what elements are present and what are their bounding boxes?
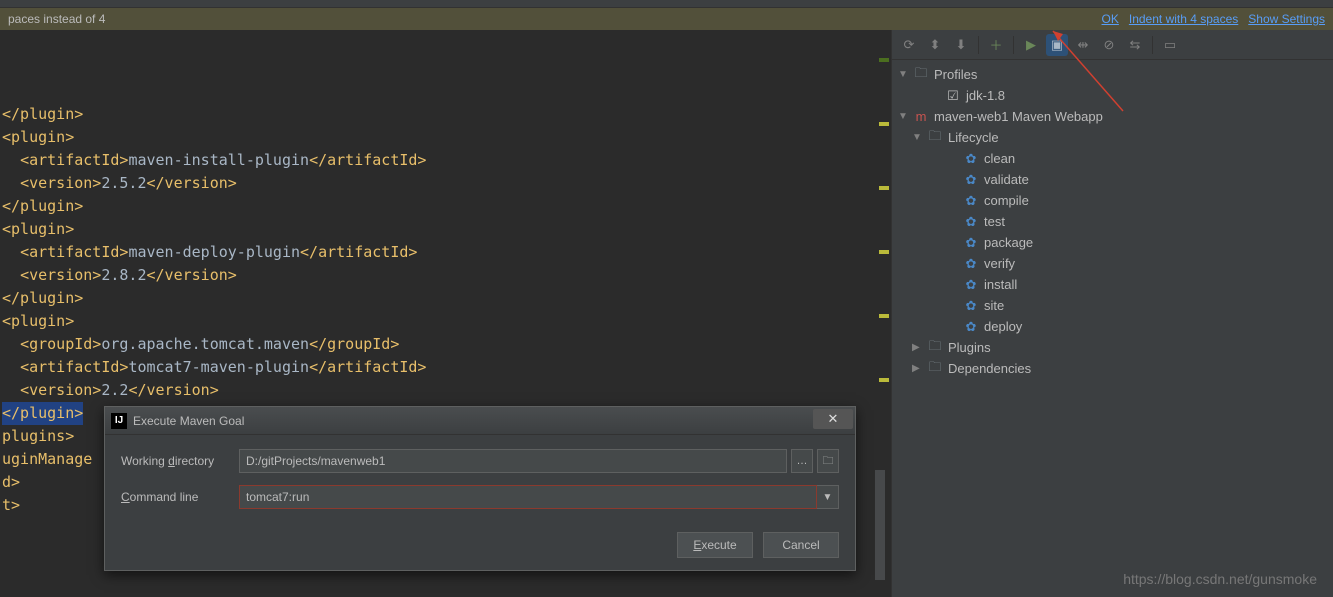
- gear-icon: ✿: [962, 319, 980, 335]
- gear-icon: ✿: [962, 214, 980, 230]
- browse-button[interactable]: …: [791, 449, 813, 473]
- lifecycle-node[interactable]: ▼ 🗀 Lifecycle: [892, 127, 1333, 148]
- lifecycle-item-label: verify: [984, 256, 1015, 271]
- lifecycle-label: Lifecycle: [948, 130, 999, 145]
- folder-picker-icon[interactable]: 🗀: [817, 449, 839, 473]
- gutter-marks: [879, 58, 891, 382]
- run-icon[interactable]: ▶: [1020, 34, 1042, 56]
- dialog-title: Execute Maven Goal: [133, 414, 244, 428]
- cancel-button[interactable]: Cancel: [763, 532, 839, 558]
- maven-icon: m: [912, 109, 930, 125]
- project-label: maven-web1 Maven Webapp: [934, 109, 1103, 124]
- plugins-node[interactable]: ▶ 🗀 Plugins: [892, 337, 1333, 358]
- tabs-bar: [0, 0, 1333, 8]
- lifecycle-item-package[interactable]: ✿ package: [892, 232, 1333, 253]
- maven-tool-window: ⟳ ⬍ ⬇ ＋ ▶ ▣ ⇹ ⊘ ⇆ ▭ ▼ 🗀 Profiles ☑ jdk-1…: [891, 30, 1333, 597]
- lifecycle-item-label: deploy: [984, 319, 1022, 334]
- lifecycle-item-test[interactable]: ✿ test: [892, 211, 1333, 232]
- toggle-offline-icon[interactable]: ⇹: [1072, 34, 1094, 56]
- plugins-label: Plugins: [948, 340, 991, 355]
- gear-icon: ✿: [962, 277, 980, 293]
- gear-icon: ✿: [962, 298, 980, 314]
- lifecycle-item-site[interactable]: ✿ site: [892, 295, 1333, 316]
- folder-icon: 🗀: [926, 340, 944, 356]
- lifecycle-item-clean[interactable]: ✿ clean: [892, 148, 1333, 169]
- checkbox-icon[interactable]: ☑: [944, 88, 962, 104]
- maven-toolbar: ⟳ ⬍ ⬇ ＋ ▶ ▣ ⇹ ⊘ ⇆ ▭: [892, 30, 1333, 60]
- lifecycle-item-install[interactable]: ✿ install: [892, 274, 1333, 295]
- lifecycle-item-label: package: [984, 235, 1033, 250]
- working-dir-label: Working directory: [121, 454, 239, 468]
- profiles-label: Profiles: [934, 67, 977, 82]
- dialog-button-row: Execute Cancel: [677, 532, 839, 558]
- notification-bar: paces instead of 4 OK Indent with 4 spac…: [0, 8, 1333, 30]
- project-node[interactable]: ▼ m maven-web1 Maven Webapp: [892, 106, 1333, 127]
- lifecycle-item-label: clean: [984, 151, 1015, 166]
- lifecycle-item-label: site: [984, 298, 1004, 313]
- intellij-logo-icon: IJ: [111, 413, 127, 429]
- execute-button[interactable]: Execute: [677, 532, 753, 558]
- link-indent[interactable]: Indent with 4 spaces: [1129, 12, 1238, 26]
- generate-sources-icon[interactable]: ⬍: [924, 34, 946, 56]
- gear-icon: ✿: [962, 151, 980, 167]
- deps-label: Dependencies: [948, 361, 1031, 376]
- lifecycle-item-label: test: [984, 214, 1005, 229]
- working-dir-row: Working directory … 🗀: [121, 449, 839, 473]
- settings-icon[interactable]: ▭: [1159, 34, 1181, 56]
- close-icon[interactable]: ✕: [813, 409, 853, 429]
- command-line-label: Command line: [121, 490, 239, 504]
- notification-links: OK Indent with 4 spaces Show Settings: [1102, 12, 1325, 26]
- link-show-settings[interactable]: Show Settings: [1248, 12, 1325, 26]
- lifecycle-item-label: compile: [984, 193, 1029, 208]
- editor-scrollbar[interactable]: [875, 470, 885, 580]
- folder-icon: 🗀: [926, 361, 944, 377]
- link-ok[interactable]: OK: [1102, 12, 1119, 26]
- lifecycle-item-deploy[interactable]: ✿ deploy: [892, 316, 1333, 337]
- lifecycle-item-label: install: [984, 277, 1017, 292]
- gear-icon: ✿: [962, 172, 980, 188]
- maven-tree: ▼ 🗀 Profiles ☑ jdk-1.8 ▼ m maven-web1 Ma…: [892, 60, 1333, 383]
- working-dir-field[interactable]: [239, 449, 787, 473]
- reimport-icon[interactable]: ⟳: [898, 34, 920, 56]
- lifecycle-item-validate[interactable]: ✿ validate: [892, 169, 1333, 190]
- show-deps-icon[interactable]: ⇆: [1124, 34, 1146, 56]
- command-line-row: Command line ▼: [121, 485, 839, 509]
- profile-jdk[interactable]: ☑ jdk-1.8: [892, 85, 1333, 106]
- lifecycle-item-compile[interactable]: ✿ compile: [892, 190, 1333, 211]
- skip-tests-icon[interactable]: ⊘: [1098, 34, 1120, 56]
- download-icon[interactable]: ⬇: [950, 34, 972, 56]
- command-line-field[interactable]: [239, 485, 817, 509]
- dialog-titlebar[interactable]: IJ Execute Maven Goal ✕: [105, 407, 855, 435]
- watermark: https://blog.csdn.net/gunsmoke: [1123, 571, 1317, 587]
- gear-icon: ✿: [962, 256, 980, 272]
- gear-icon: ✿: [962, 235, 980, 251]
- command-line-dropdown-icon[interactable]: ▼: [817, 485, 839, 509]
- gear-icon: ✿: [962, 193, 980, 209]
- lifecycle-item-label: validate: [984, 172, 1029, 187]
- add-icon[interactable]: ＋: [985, 34, 1007, 56]
- execute-maven-goal-dialog: IJ Execute Maven Goal ✕ Working director…: [104, 406, 856, 571]
- folder-icon: 🗀: [926, 130, 944, 146]
- folder-icon: 🗀: [912, 67, 930, 83]
- dialog-body: Working directory … 🗀 Command line ▼: [105, 435, 855, 535]
- notification-hint: paces instead of 4: [8, 12, 105, 26]
- execute-maven-goal-icon[interactable]: ▣: [1046, 34, 1068, 56]
- profile-jdk-label: jdk-1.8: [966, 88, 1005, 103]
- dependencies-node[interactable]: ▶ 🗀 Dependencies: [892, 358, 1333, 379]
- lifecycle-item-verify[interactable]: ✿ verify: [892, 253, 1333, 274]
- profiles-node[interactable]: ▼ 🗀 Profiles: [892, 64, 1333, 85]
